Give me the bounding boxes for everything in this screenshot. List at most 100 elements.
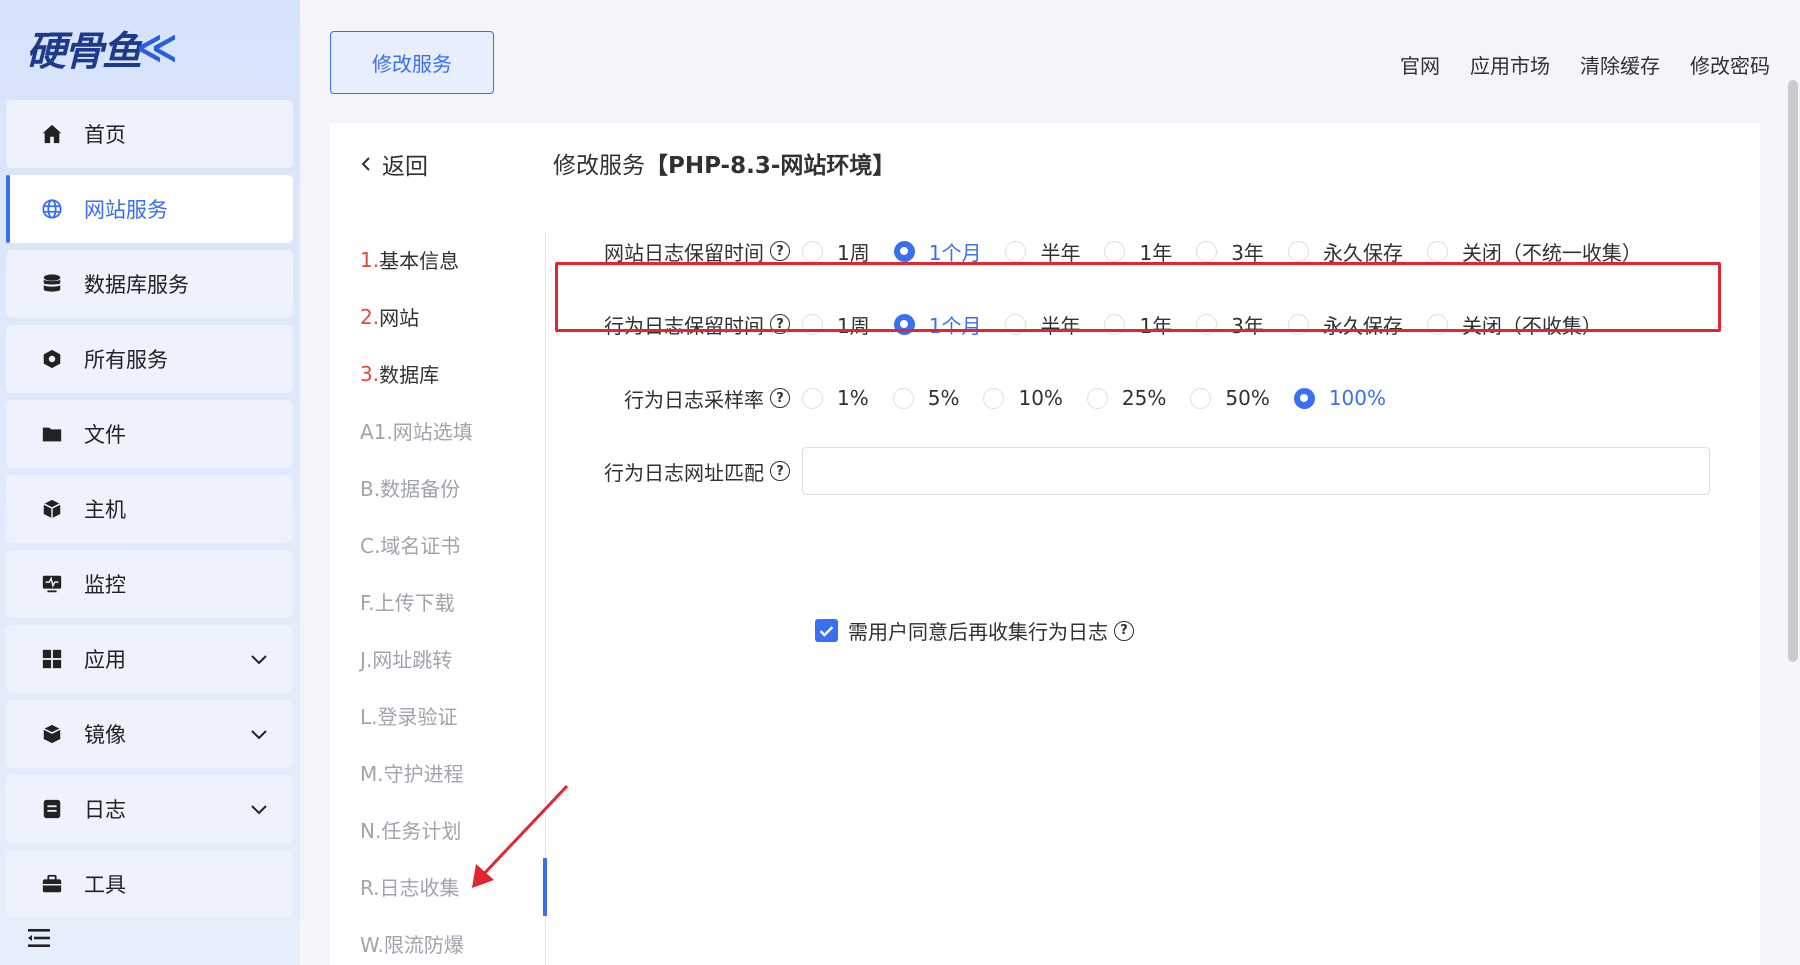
step-label: A1.网站选填: [360, 420, 473, 444]
sidebar-item[interactable]: 工具: [6, 850, 293, 918]
step-item[interactable]: 3. 数据库: [360, 345, 550, 402]
step-item[interactable]: W.限流防爆: [360, 915, 550, 965]
behavior-log-sampling-options: 1% 5% 10% 25% 50% 100%: [802, 386, 1410, 410]
back-link[interactable]: 返回: [360, 147, 428, 181]
page-title-service: 【PHP-8.3-网站环境】: [645, 153, 896, 179]
step-label: 基本信息: [379, 249, 460, 273]
sidebar-item[interactable]: 应用: [6, 625, 293, 693]
page-title-prefix: 修改服务: [553, 153, 645, 179]
behavior-log-url-label: 行为日志网址匹配?: [565, 457, 802, 486]
step-item[interactable]: 2. 网站: [360, 288, 550, 345]
globe-icon: [40, 197, 64, 221]
toolbox-icon: [40, 872, 64, 896]
top-link[interactable]: 官网: [1400, 50, 1440, 79]
radio-button[interactable]: [802, 240, 823, 262]
annotation-arrow: [472, 784, 569, 888]
sidebar-item[interactable]: 镜像: [6, 700, 293, 768]
radio-label: 5%: [927, 386, 960, 410]
radio-button[interactable]: [802, 387, 823, 409]
radio-button[interactable]: [1287, 240, 1309, 262]
step-label: N.任务计划: [360, 819, 462, 843]
help-icon[interactable]: ?: [770, 241, 790, 261]
radio-label: 100%: [1328, 386, 1387, 410]
radio-button[interactable]: [1426, 240, 1448, 262]
services-icon: [40, 347, 64, 371]
sidebar-item[interactable]: 所有服务: [6, 325, 293, 393]
radio-option[interactable]: 5%: [892, 386, 960, 410]
radio-button[interactable]: [1086, 387, 1108, 409]
radio-option[interactable]: 1%: [802, 386, 869, 410]
step-label: B.数据备份: [360, 477, 461, 501]
behavior-log-url-input[interactable]: [802, 447, 1710, 495]
step-item[interactable]: F.上传下载: [360, 573, 550, 630]
folder-icon: [40, 422, 64, 446]
collapse-menu-icon[interactable]: [28, 928, 52, 948]
host-icon: [40, 497, 64, 521]
radio-option[interactable]: 25%: [1086, 386, 1167, 410]
page-scrollbar[interactable]: [1788, 80, 1798, 662]
behavior-log-url-text: 行为日志网址匹配: [604, 460, 764, 485]
sidebar-item[interactable]: 网站服务: [6, 175, 293, 243]
home-icon: [40, 122, 64, 146]
step-item[interactable]: C.域名证书: [360, 516, 550, 573]
sidebar-item-label: 应用: [84, 648, 126, 672]
step-label: W.限流防爆: [360, 933, 464, 957]
behavior-log-sampling-text: 行为日志采样率: [624, 387, 764, 412]
step-number: 3.: [360, 361, 380, 386]
database-icon: [40, 272, 64, 296]
radio-button[interactable]: [893, 240, 915, 262]
sidebar-item[interactable]: 首页: [6, 100, 293, 168]
step-label: F.上传下载: [360, 591, 455, 615]
top-link[interactable]: 应用市场: [1470, 50, 1550, 79]
radio-button[interactable]: [892, 387, 914, 409]
help-icon[interactable]: ?: [1114, 620, 1134, 641]
radio-button[interactable]: [1005, 240, 1027, 262]
radio-option[interactable]: 100%: [1293, 386, 1387, 410]
top-link[interactable]: 修改密码: [1690, 50, 1770, 79]
step-item[interactable]: J.网址跳转: [360, 630, 550, 687]
apps-icon: [40, 647, 64, 671]
sidebar-item[interactable]: 日志: [6, 775, 293, 843]
behavior-log-sampling-row: 行为日志采样率? 1% 5% 10% 25% 50% 100%: [565, 370, 1410, 426]
sidebar-item-label: 工具: [84, 873, 126, 897]
help-icon[interactable]: ?: [770, 388, 790, 408]
radio-option[interactable]: 10%: [983, 386, 1063, 410]
tab-edit-service[interactable]: 修改服务: [330, 31, 494, 94]
radio-label: 50%: [1225, 386, 1270, 410]
check-icon: [819, 625, 834, 637]
step-item[interactable]: B.数据备份: [360, 459, 550, 516]
sidebar-item-label: 日志: [84, 798, 126, 822]
radio-button[interactable]: [1196, 240, 1218, 262]
radio-button[interactable]: [1190, 387, 1212, 409]
logo-text: 硬骨鱼: [26, 28, 142, 75]
chevron-left-icon: [361, 157, 370, 171]
radio-label: 1%: [837, 386, 869, 410]
radio-button[interactable]: [1104, 240, 1126, 262]
back-label: 返回: [382, 154, 428, 180]
chevron-down-icon[interactable]: [249, 724, 269, 744]
step-label: C.域名证书: [360, 534, 461, 558]
radio-option[interactable]: 50%: [1190, 386, 1270, 410]
radio-label: 25%: [1121, 386, 1167, 410]
step-number: 2.: [360, 304, 380, 329]
chevron-down-icon[interactable]: [249, 799, 269, 819]
radio-button[interactable]: [1293, 387, 1315, 409]
step-item[interactable]: L.登录验证: [360, 687, 550, 744]
highlight-annotation-box: [555, 262, 1721, 332]
step-item[interactable]: 1. 基本信息: [360, 231, 550, 288]
sidebar-item[interactable]: 文件: [6, 400, 293, 468]
sidebar-item[interactable]: 主机: [6, 475, 293, 543]
step-label: J.网址跳转: [360, 648, 453, 672]
top-link[interactable]: 清除缓存: [1580, 50, 1660, 79]
behavior-log-url-row: 行为日志网址匹配?: [565, 443, 1710, 499]
step-item[interactable]: A1.网站选填: [360, 402, 550, 459]
consent-checkbox[interactable]: [815, 619, 838, 642]
sidebar-item[interactable]: 监控: [6, 550, 293, 618]
consent-checkbox-row[interactable]: 需用户同意后再收集行为日志 ?: [815, 616, 1134, 645]
chevron-down-icon[interactable]: [249, 649, 269, 669]
sidebar-item[interactable]: 数据库服务: [6, 250, 293, 318]
logo[interactable]: 硬骨鱼 ≪: [26, 22, 226, 75]
radio-label: 10%: [1018, 386, 1063, 410]
radio-button[interactable]: [983, 387, 1005, 409]
help-icon[interactable]: ?: [770, 461, 790, 481]
